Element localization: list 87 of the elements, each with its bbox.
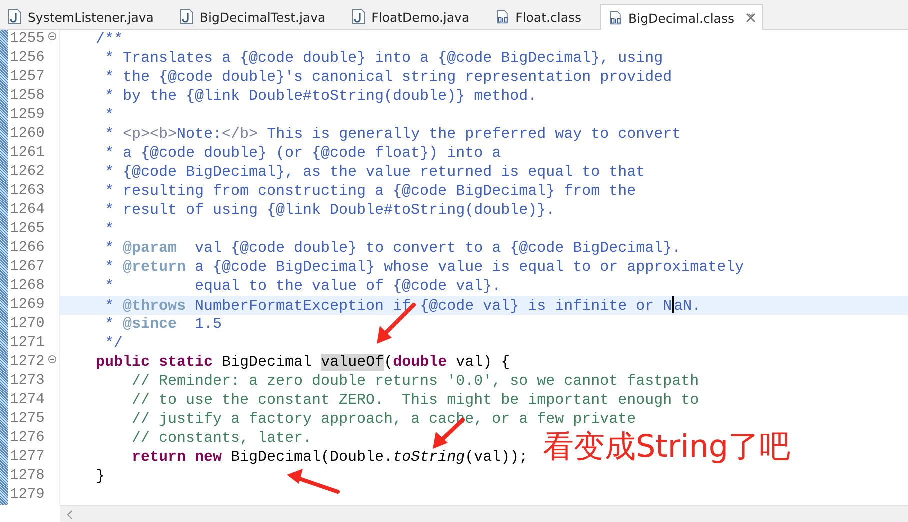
class-file-icon bbox=[496, 9, 510, 25]
javadoc-tag: @param bbox=[123, 240, 178, 257]
javadoc-tag: @since bbox=[123, 316, 178, 333]
line-number: 1274 bbox=[10, 391, 45, 410]
horizontal-scrollbar[interactable] bbox=[60, 505, 908, 522]
javadoc-text: * equal to the value of {@code val}. bbox=[104, 278, 502, 295]
line-number: 1272 bbox=[10, 353, 45, 372]
code-text: BigDecimal(Double. bbox=[230, 449, 394, 466]
javadoc-text: aN. bbox=[674, 298, 702, 315]
java-file-icon bbox=[352, 9, 366, 25]
line-number: 1267 bbox=[10, 258, 45, 277]
keyword: double bbox=[393, 354, 448, 371]
javadoc-text: Note: bbox=[177, 126, 222, 143]
editor-tab[interactable]: FloatDemo.java bbox=[344, 4, 488, 30]
javadoc-text: /** bbox=[95, 31, 124, 48]
javadoc-text: * bbox=[104, 107, 114, 124]
line-number: 1264 bbox=[10, 201, 45, 220]
line-number: 1262 bbox=[10, 163, 45, 182]
code-text: } bbox=[95, 468, 106, 485]
javadoc-text: val {@code double} to convert to a {@code BigDecimal}. bbox=[194, 240, 682, 257]
html-tag-text: </b> bbox=[222, 126, 258, 143]
javadoc-text: * bbox=[104, 126, 116, 143]
code-text: (val)); bbox=[465, 449, 528, 466]
line-number: 1271 bbox=[10, 334, 45, 353]
editor-tab[interactable]: SystemListener.java bbox=[0, 4, 172, 30]
line-number: 1259 bbox=[10, 106, 45, 125]
javadoc-text: a {@code BigDecimal} whose value is equal to or approximately bbox=[194, 259, 744, 276]
javadoc-text: * bbox=[104, 240, 116, 257]
javadoc-text: This is generally the preferred way to convert bbox=[266, 126, 682, 143]
line-number: 1263 bbox=[10, 182, 45, 201]
javadoc-text: * bbox=[104, 221, 114, 238]
line-number: 1275 bbox=[10, 410, 45, 429]
text-cursor bbox=[672, 296, 674, 313]
line-number: 1270 bbox=[10, 315, 45, 334]
javadoc-text: * a {@code double} (or {@code float}) into a bbox=[104, 145, 502, 162]
javadoc-tag: @throws bbox=[123, 298, 186, 315]
code-text: val) { bbox=[455, 354, 510, 371]
line-number: 1268 bbox=[10, 277, 45, 296]
editor-tab[interactable]: BigDecimalTest.java bbox=[172, 4, 344, 30]
line-number: 1269 bbox=[10, 296, 45, 315]
code-text: BigDecimal bbox=[221, 354, 314, 371]
collapse-icon[interactable] bbox=[48, 32, 57, 41]
highlighted-identifier: valueOf bbox=[321, 354, 384, 371]
keyword: return new bbox=[131, 449, 222, 466]
javadoc-text: 1.5 bbox=[194, 316, 222, 333]
line-number: 1266 bbox=[10, 239, 45, 258]
line-number: 1265 bbox=[10, 220, 45, 239]
class-file-icon bbox=[608, 10, 623, 26]
java-file-icon bbox=[180, 9, 194, 25]
line-number: 1255 bbox=[10, 30, 45, 49]
line-number: 1277 bbox=[10, 448, 45, 467]
javadoc-text: NumberFormatException if {@code val} is infinite or N bbox=[194, 298, 672, 315]
javadoc-tag: @return bbox=[123, 259, 186, 276]
java-file-icon bbox=[8, 9, 22, 25]
line-number: 1261 bbox=[10, 144, 45, 163]
editor-tab[interactable]: Float.class bbox=[488, 4, 600, 30]
method-name: toString bbox=[393, 449, 466, 466]
javadoc-text: * {@code BigDecimal}, as the value returned is equal to that bbox=[104, 164, 646, 181]
javadoc-text: * by the {@link Double#toString(double)} method. bbox=[104, 88, 538, 105]
line-number: 1258 bbox=[10, 87, 45, 106]
javadoc-text: * bbox=[104, 298, 116, 315]
line-number: 1278 bbox=[10, 467, 45, 486]
code-comment: // Reminder: a zero double returns '0.0', so we cannot fastpath bbox=[131, 373, 700, 390]
line-number: 1260 bbox=[10, 125, 45, 144]
javadoc-text: * Translates a {@code double} into a {@code BigDecimal}, using bbox=[104, 50, 664, 67]
line-number: 1256 bbox=[10, 49, 45, 68]
javadoc-text: * resulting from constructing a {@code BigDecimal} from the bbox=[104, 183, 636, 200]
line-number: 1276 bbox=[10, 429, 45, 448]
line-number: 1273 bbox=[10, 372, 45, 391]
code-comment: // to use the constant ZERO. This might be important enough to bbox=[131, 392, 700, 409]
collapse-icon[interactable] bbox=[48, 355, 57, 364]
annotation-text: 看变成String了吧 bbox=[543, 428, 791, 467]
html-tag-text: <p><b> bbox=[123, 126, 178, 143]
line-number: 1279 bbox=[10, 486, 45, 505]
scroll-left-icon[interactable] bbox=[66, 510, 74, 520]
editor-tab[interactable]: BigDecimal.class bbox=[600, 4, 764, 31]
code-text: ( bbox=[384, 354, 394, 371]
line-number: 1257 bbox=[10, 68, 45, 87]
javadoc-text: */ bbox=[104, 335, 124, 352]
javadoc-text: * the {@code double}'s canonical string representation provided bbox=[104, 69, 672, 86]
javadoc-text: * result of using {@link Double#toString(double)}. bbox=[104, 202, 556, 219]
javadoc-text: * bbox=[104, 316, 116, 333]
javadoc-text: * bbox=[104, 259, 116, 276]
code-comment: // constants, later. bbox=[131, 430, 312, 447]
close-icon[interactable] bbox=[746, 13, 756, 23]
annotation-arrow bbox=[287, 469, 340, 494]
keyword: public static bbox=[95, 354, 214, 371]
